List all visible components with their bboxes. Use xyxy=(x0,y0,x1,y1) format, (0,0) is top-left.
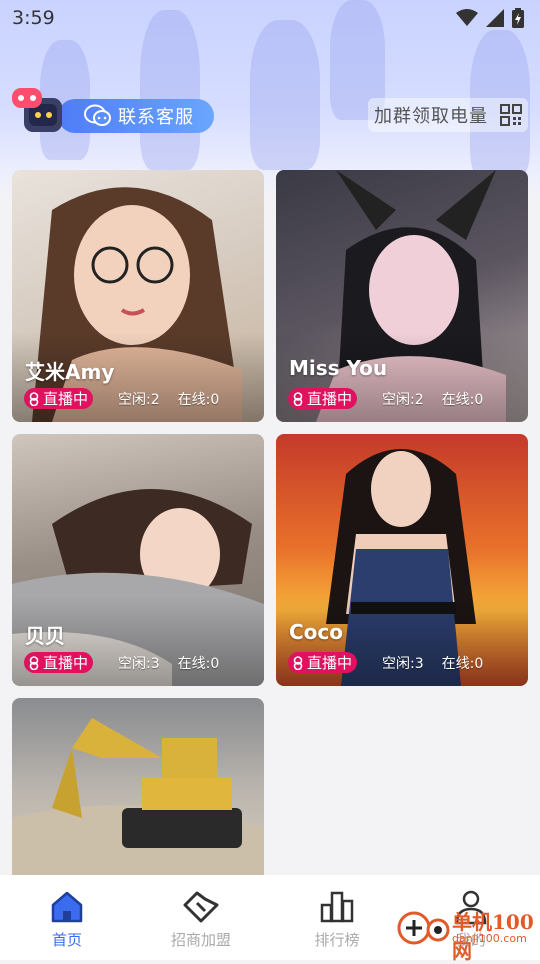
card-meta: 直播中 空闲:2 在线:0 xyxy=(24,388,219,409)
idle-count: 空闲:3 xyxy=(118,655,160,672)
streamer-card[interactable]: 艾米Amy 直播中 空闲:2 在线:0 xyxy=(12,170,264,422)
qr-code-icon xyxy=(500,104,522,126)
decorative-silhouette xyxy=(250,20,320,170)
card-meta: 直播中 空闲:3 在线:0 xyxy=(24,652,219,673)
customer-service-pill[interactable]: 联系客服 xyxy=(58,99,214,133)
idle-count: 空闲:2 xyxy=(118,391,160,408)
site-watermark: 单机100网 danji100.com xyxy=(396,902,536,963)
live-badge: 直播中 xyxy=(288,652,358,673)
watermark-url: danji100.com xyxy=(452,932,527,945)
cellular-signal-icon xyxy=(486,9,504,27)
robot-mascot-icon xyxy=(12,88,62,132)
streamer-card[interactable]: 贝贝 直播中 空闲:3 在线:0 xyxy=(12,434,264,686)
handshake-icon xyxy=(183,891,219,923)
tab-ranking-label: 排行榜 xyxy=(314,931,360,949)
status-time: 3:59 xyxy=(12,7,55,29)
watermark-logo-icon xyxy=(397,911,450,945)
live-label: 直播中 xyxy=(307,654,353,672)
live-badge: 直播中 xyxy=(288,388,358,409)
join-group-button[interactable]: 加群领取电量 xyxy=(368,98,528,132)
live-badge: 直播中 xyxy=(24,388,94,409)
online-count: 在线:0 xyxy=(441,655,484,672)
online-count: 在线:0 xyxy=(177,655,220,672)
tab-franchise[interactable]: 招商加盟 xyxy=(151,889,251,950)
live-icon xyxy=(29,655,39,670)
wechat-icon xyxy=(84,104,111,126)
tab-home-label: 首页 xyxy=(51,931,82,949)
online-count: 在线:0 xyxy=(177,391,220,408)
card-meta: 直播中 空闲:2 在线:0 xyxy=(288,388,483,409)
streamer-card[interactable] xyxy=(12,698,264,878)
customer-service-button[interactable]: 联系客服 xyxy=(12,86,214,136)
live-icon xyxy=(29,391,39,406)
streamer-photo xyxy=(12,698,264,878)
online-count: 在线:0 xyxy=(441,391,484,408)
home-icon xyxy=(51,891,83,923)
bar-chart-icon xyxy=(320,891,354,923)
tab-franchise-label: 招商加盟 xyxy=(170,931,231,949)
live-label: 直播中 xyxy=(43,654,89,672)
streamer-name: Miss You xyxy=(289,356,388,380)
streamer-card[interactable]: Coco 直播中 空闲:3 在线:0 xyxy=(276,434,528,686)
live-icon xyxy=(293,391,303,406)
wifi-icon xyxy=(456,9,478,26)
customer-service-label: 联系客服 xyxy=(118,107,194,128)
idle-count: 空闲:3 xyxy=(382,655,424,672)
battery-icon xyxy=(512,8,524,28)
streamer-name: Coco xyxy=(289,620,344,644)
streamer-name: 艾米Amy xyxy=(25,360,115,384)
idle-count: 空闲:2 xyxy=(382,391,424,408)
live-label: 直播中 xyxy=(43,390,89,408)
excavator-figure xyxy=(12,718,264,878)
tab-ranking[interactable]: 排行榜 xyxy=(287,889,387,950)
live-icon xyxy=(293,655,303,670)
join-group-label: 加群领取电量 xyxy=(374,106,488,127)
tab-home[interactable]: 首页 xyxy=(17,889,117,950)
live-badge: 直播中 xyxy=(24,652,94,673)
streamer-card[interactable]: Miss You 直播中 空闲:2 在线:0 xyxy=(276,170,528,422)
status-bar: 3:59 xyxy=(0,0,540,36)
streamer-name: 贝贝 xyxy=(25,624,65,648)
live-label: 直播中 xyxy=(307,390,353,408)
card-meta: 直播中 空闲:3 在线:0 xyxy=(288,652,483,673)
